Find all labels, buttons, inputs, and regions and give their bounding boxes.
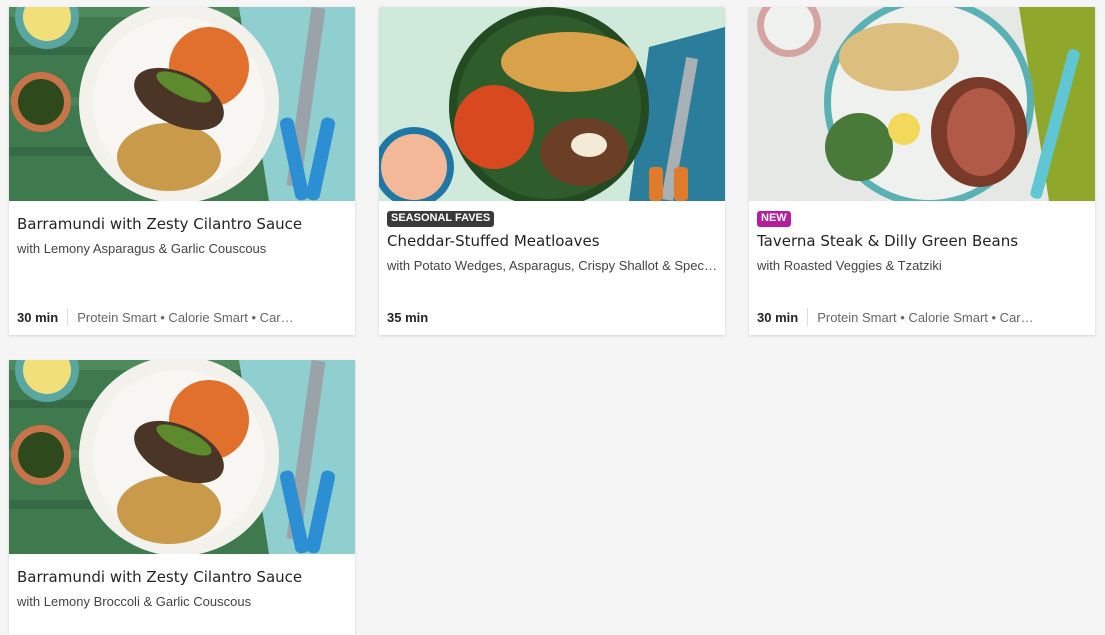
recipe-subtitle: with Lemony Broccoli & Garlic Couscous: [17, 594, 252, 609]
recipe-subtitle: with Lemony Asparagus & Garlic Couscous: [17, 241, 267, 256]
recipe-card[interactable]: Barramundi with Zesty Cilantro Sauce wit…: [9, 360, 355, 635]
recipe-meta: 35 min: [387, 308, 717, 326]
recipe-title[interactable]: Barramundi with Zesty Cilantro Sauce: [17, 215, 347, 234]
recipe-image[interactable]: [379, 7, 725, 201]
recipe-tags: Protein Smart • Calorie Smart • Car…: [817, 309, 1034, 325]
steak-photo: [749, 7, 1095, 201]
recipe-subtitle: with Potato Wedges, Asparagus, Crispy Sh…: [387, 258, 717, 273]
recipe-meta: 30 min Protein Smart • Calorie Smart • C…: [757, 308, 1087, 326]
recipe-meta: 30 min Protein Smart • Calorie Smart • C…: [17, 308, 347, 326]
recipe-card[interactable]: NEW Taverna Steak & Dilly Green Beans wi…: [749, 7, 1095, 335]
recipe-title[interactable]: Cheddar-Stuffed Meatloaves: [387, 232, 717, 251]
barramundi-photo: [9, 360, 355, 554]
meatloaf-photo: [379, 7, 725, 201]
recipe-image[interactable]: [9, 360, 355, 554]
divider: [67, 308, 69, 326]
recipe-subtitle: with Roasted Veggies & Tzatziki: [757, 258, 942, 273]
cook-time: 30 min: [17, 309, 59, 325]
recipe-title[interactable]: Taverna Steak & Dilly Green Beans: [757, 232, 1087, 251]
cook-time: 35 min: [387, 309, 429, 325]
divider: [807, 308, 809, 326]
recipe-tags: Protein Smart • Calorie Smart • Car…: [77, 309, 294, 325]
new-badge: NEW: [757, 211, 791, 227]
cook-time: 30 min: [757, 309, 799, 325]
recipe-card[interactable]: Barramundi with Zesty Cilantro Sauce wit…: [9, 7, 355, 335]
seasonal-badge: SEASONAL FAVES: [387, 211, 495, 227]
recipe-image[interactable]: [9, 7, 355, 201]
recipe-grid: Barramundi with Zesty Cilantro Sauce wit…: [0, 0, 1105, 635]
recipe-title[interactable]: Barramundi with Zesty Cilantro Sauce: [17, 568, 347, 587]
recipe-image[interactable]: [749, 7, 1095, 201]
barramundi-photo: [9, 7, 355, 201]
recipe-card[interactable]: SEASONAL FAVES Cheddar-Stuffed Meatloave…: [379, 7, 725, 335]
